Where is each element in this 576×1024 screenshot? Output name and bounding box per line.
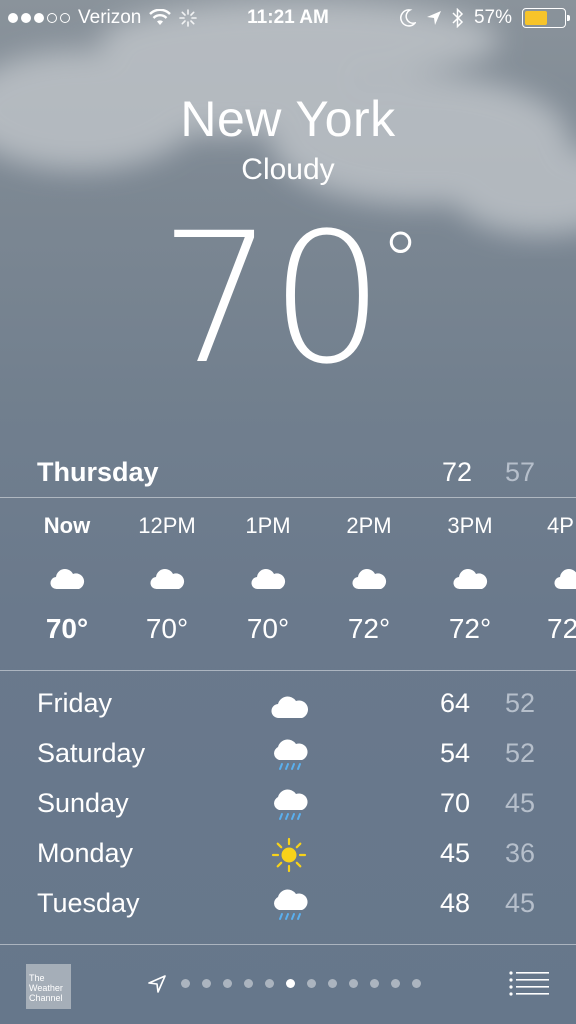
rain-cloud-icon xyxy=(274,889,308,920)
cloud-icon xyxy=(271,696,308,719)
day-high: 70 xyxy=(440,788,471,818)
page-dot[interactable] xyxy=(370,979,379,988)
daily-row-saturday: Saturday 54 52 xyxy=(0,730,576,780)
day-low: 52 xyxy=(505,688,536,718)
cloud-icon xyxy=(251,569,286,590)
day-name: Monday xyxy=(37,838,134,868)
sun-icon xyxy=(271,837,307,873)
current-location-icon[interactable] xyxy=(148,975,166,993)
hourly-item: 4P 72 xyxy=(520,500,576,645)
page-dot[interactable] xyxy=(265,979,274,988)
hour-label: 1PM xyxy=(245,513,291,538)
hour-label: 4P xyxy=(547,513,574,538)
hourly-item: Now 70° xyxy=(17,500,117,645)
hour-temp: 72° xyxy=(448,613,492,644)
hour-temp: 70° xyxy=(246,613,290,644)
day-name: Saturday xyxy=(37,738,146,768)
logo-line: The xyxy=(29,973,45,983)
daily-row-sunday: Sunday 70 45 xyxy=(0,780,576,830)
logo-line: Channel xyxy=(29,993,63,1003)
day-low: 45 xyxy=(505,888,536,918)
status-bar: Verizon 11:21 AM 57% xyxy=(0,0,576,38)
bottom-toolbar: The Weather Channel xyxy=(0,945,576,1024)
location-arrow-icon xyxy=(426,11,441,25)
hour-temp: 72 xyxy=(547,613,576,644)
daily-row-monday: Monday 45 36 xyxy=(0,830,576,880)
cloud-icon xyxy=(150,569,185,590)
degree-symbol: ° xyxy=(380,215,421,308)
today-high: 72 xyxy=(442,457,473,487)
page-dot[interactable] xyxy=(307,979,316,988)
page-dot[interactable] xyxy=(286,979,295,988)
weather-channel-logo[interactable]: The Weather Channel xyxy=(26,964,71,1009)
rain-cloud-icon xyxy=(274,789,308,820)
day-name: Tuesday xyxy=(37,888,140,918)
city-list-icon[interactable] xyxy=(509,971,549,997)
page-dot[interactable] xyxy=(349,979,358,988)
city-name: New York xyxy=(180,91,396,147)
current-temperature: 70° xyxy=(0,195,576,404)
cloud-icon xyxy=(453,569,488,590)
hourly-forecast-strip[interactable]: Now 70° 12PM 70° 1PM 70° 2PM 72° 3PM 72°… xyxy=(0,500,576,670)
logo-line: Weather xyxy=(29,983,63,993)
cloud-icon xyxy=(554,569,576,590)
moon-icon xyxy=(400,9,416,27)
day-high: 54 xyxy=(440,738,471,768)
day-low: 36 xyxy=(505,838,536,868)
battery-icon xyxy=(522,8,570,28)
hour-label: 3PM xyxy=(447,513,493,538)
current-temperature-value: 70 xyxy=(159,195,384,404)
battery-level-fill xyxy=(525,11,547,25)
page-dot[interactable] xyxy=(223,979,232,988)
status-right: 57% xyxy=(400,7,570,29)
hourly-item: 12PM 70° xyxy=(117,500,217,645)
today-day: Thursday xyxy=(37,457,159,487)
cloud-icon xyxy=(352,569,387,590)
today-summary-row: Thursday 72 57 xyxy=(0,455,576,495)
day-name: Sunday xyxy=(37,788,129,818)
battery-percent: 57% xyxy=(473,7,512,28)
hour-temp: 70° xyxy=(145,613,189,644)
bluetooth-icon xyxy=(452,8,464,28)
hourly-item: 3PM 72° xyxy=(420,500,520,645)
divider-top xyxy=(0,497,576,498)
hour-temp: 72° xyxy=(347,613,391,644)
day-low: 52 xyxy=(505,738,536,768)
day-high: 64 xyxy=(440,688,471,718)
page-dot[interactable] xyxy=(328,979,337,988)
rain-cloud-icon xyxy=(274,739,308,770)
day-name: Friday xyxy=(37,688,113,718)
page-indicator[interactable] xyxy=(181,979,421,988)
hour-label: 2PM xyxy=(346,513,392,538)
hourly-item: 1PM 70° xyxy=(218,500,318,645)
day-low: 45 xyxy=(505,788,536,818)
daily-row-tuesday: Tuesday 48 45 xyxy=(0,880,576,930)
day-high: 48 xyxy=(440,888,471,918)
hour-label: Now xyxy=(43,513,91,538)
day-high: 45 xyxy=(440,838,471,868)
hour-label: 12PM xyxy=(138,513,196,538)
hourly-item: 2PM 72° xyxy=(319,500,419,645)
page-dot[interactable] xyxy=(391,979,400,988)
hour-temp: 70° xyxy=(45,613,89,644)
page-dot[interactable] xyxy=(181,979,190,988)
daily-row-friday: Friday 64 52 xyxy=(0,680,576,730)
current-condition: Cloudy xyxy=(241,153,335,186)
divider-middle xyxy=(0,670,576,671)
page-dot[interactable] xyxy=(202,979,211,988)
cloud-icon xyxy=(50,569,85,590)
today-low: 57 xyxy=(505,457,536,487)
page-dot[interactable] xyxy=(244,979,253,988)
page-dot[interactable] xyxy=(412,979,421,988)
